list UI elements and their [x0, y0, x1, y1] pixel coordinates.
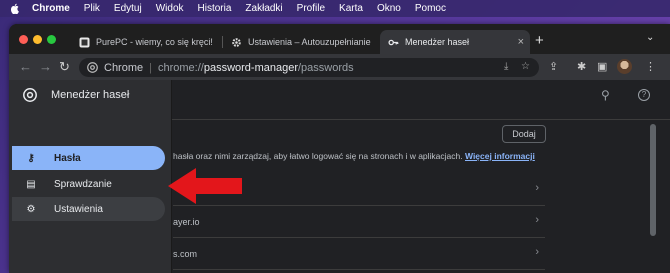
browser-window: PurePC - wiemy, co się kręci! Ustawienia…: [9, 24, 670, 273]
tab-title: Menedżer haseł: [405, 37, 470, 47]
site-chip: Chrome: [104, 61, 144, 74]
gear-icon: [232, 37, 241, 47]
tab-title: PurePC - wiemy, co się kręci!: [96, 37, 213, 47]
extensions-puzzle-icon[interactable]: ✱: [577, 60, 586, 73]
menu-help[interactable]: Pomoc: [415, 3, 446, 14]
window-close-button[interactable]: [19, 35, 28, 44]
chrome-logo-icon: [87, 62, 98, 73]
add-password-button[interactable]: Dodaj: [502, 125, 546, 143]
tab-strip: PurePC - wiemy, co się kręci! Ustawienia…: [9, 24, 670, 54]
page-description: hasła oraz nimi zarządzaj, aby łatwo log…: [173, 151, 535, 161]
help-icon[interactable]: ?: [638, 89, 650, 101]
menu-edit[interactable]: Edytuj: [114, 3, 142, 14]
menu-app-name[interactable]: Chrome: [32, 3, 70, 14]
sidebar-item-passwords[interactable]: ⚷ Hasła: [12, 146, 165, 170]
key-icon: ⚷: [27, 152, 35, 164]
sidebar-item-label: Ustawienia: [54, 203, 103, 215]
menu-window[interactable]: Okno: [377, 3, 401, 14]
macos-menubar: Chrome Plik Edytuj Widok Historia Zakład…: [0, 0, 670, 17]
purepc-favicon-icon: [79, 37, 90, 47]
sidebar-item-checkup[interactable]: ▤ Sprawdzanie: [12, 172, 165, 196]
navigation-drawer: Menedżer haseł ⚷ Hasła ▤ Sprawdzanie ⚙ U…: [9, 80, 172, 273]
sidebar-item-label: Hasła: [54, 152, 81, 164]
side-panel-icon[interactable]: ▣: [597, 60, 607, 73]
back-arrow-icon[interactable]: ←: [19, 59, 32, 74]
list-item-label: ayer.io: [173, 217, 200, 227]
new-tab-button[interactable]: +: [535, 32, 544, 49]
menu-tab[interactable]: Karta: [339, 3, 363, 14]
sidebar-item-settings[interactable]: ⚙ Ustawienia: [12, 197, 165, 221]
sidebar-item-label: Sprawdzanie: [54, 178, 112, 190]
chevron-right-icon: ›: [535, 182, 539, 194]
window-minimize-button[interactable]: [33, 35, 42, 44]
search-icon[interactable]: ⚲: [601, 88, 610, 102]
menu-bookmarks[interactable]: Zakładki: [245, 3, 282, 14]
url-host: password-manager: [203, 61, 298, 74]
drawer-title: Menedżer haseł: [51, 89, 130, 101]
key-icon: [388, 39, 399, 45]
chevron-right-icon: ›: [535, 246, 539, 258]
list-item-label: s.com: [173, 249, 198, 259]
url-divider: |: [149, 61, 152, 74]
menu-file[interactable]: Plik: [84, 3, 100, 14]
bookmark-star-icon[interactable]: ☆: [521, 61, 530, 72]
menu-view[interactable]: Widok: [156, 3, 184, 14]
description-text: hasła oraz nimi zarządzaj, aby łatwo log…: [173, 151, 463, 161]
install-icon[interactable]: ⤓: [504, 61, 508, 72]
url-scheme: chrome://: [157, 61, 204, 74]
menu-profiles[interactable]: Profile: [297, 3, 325, 14]
tab-purepc[interactable]: PurePC - wiemy, co się kręci!: [71, 30, 221, 54]
share-icon[interactable]: ⇪: [549, 60, 558, 73]
list-item[interactable]: ayer.io ›: [173, 206, 545, 238]
tab-close-icon[interactable]: ×: [518, 36, 524, 48]
password-manager-logo-icon: [23, 88, 37, 102]
more-menu-icon[interactable]: ⋮: [645, 60, 656, 73]
tab-search-chevron-icon[interactable]: ⌄: [646, 32, 654, 43]
reload-icon[interactable]: ↻: [59, 59, 70, 75]
gear-icon: ⚙: [26, 203, 36, 215]
chevron-right-icon: ›: [535, 214, 539, 226]
annotation-arrow-icon: [168, 168, 242, 204]
menu-history[interactable]: Historia: [198, 3, 232, 14]
url-path: /passwords: [298, 61, 354, 74]
forward-arrow-icon[interactable]: →: [39, 59, 52, 74]
tab-title: Ustawienia – Autouzupełnianie: [248, 37, 371, 47]
window-zoom-button[interactable]: [47, 35, 56, 44]
profile-avatar[interactable]: [617, 59, 632, 74]
browser-toolbar: ← → ↻ Chrome | chrome:// password-manage…: [9, 54, 670, 80]
page-scrollbar[interactable]: [650, 124, 656, 236]
address-bar[interactable]: Chrome | chrome:// password-manager /pas…: [79, 58, 539, 77]
clipboard-check-icon: ▤: [26, 178, 36, 190]
apple-logo-icon[interactable]: [10, 3, 20, 14]
tab-settings-autofill[interactable]: Ustawienia – Autouzupełnianie: [223, 30, 378, 54]
list-item[interactable]: s.com ›: [173, 238, 545, 270]
learn-more-link[interactable]: Więcej informacji: [465, 151, 535, 161]
tab-password-manager[interactable]: Menedżer haseł ×: [380, 30, 530, 54]
